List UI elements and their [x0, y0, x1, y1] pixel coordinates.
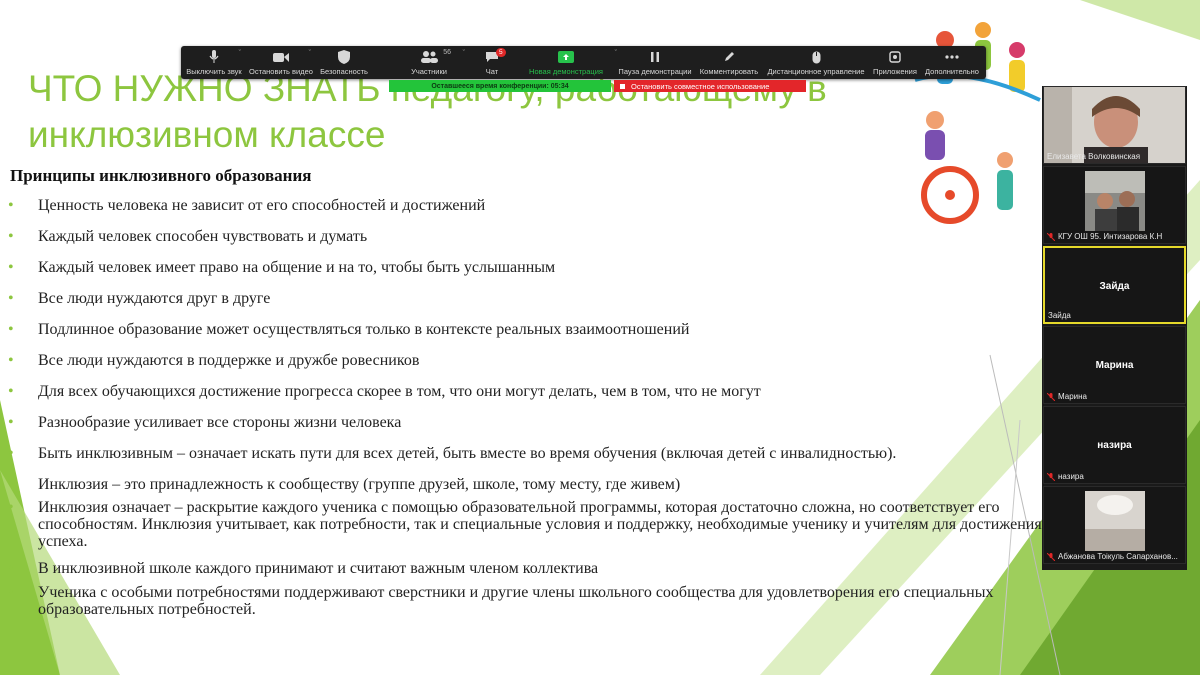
- shield-icon: [338, 50, 350, 65]
- participant-tile[interactable]: Елизавета Волковинская: [1043, 86, 1186, 164]
- participant-display-name: Зайда: [1099, 281, 1130, 292]
- meeting-time-remaining: Оставшееся время конференции: 05:34: [389, 80, 611, 92]
- more-button[interactable]: Дополнительно: [921, 46, 983, 79]
- list-item: Быть инклюзивным – означает искать пути …: [8, 445, 1048, 462]
- mouse-icon: [812, 50, 821, 65]
- participant-tile[interactable]: Марина Марина: [1043, 326, 1186, 404]
- microphone-icon: [209, 50, 219, 65]
- list-item: Инклюзия означает – раскрытие каждого уч…: [8, 499, 1048, 550]
- more-dots-icon: [945, 50, 959, 65]
- participant-tile[interactable]: назира назира: [1043, 406, 1186, 484]
- participant-display-name: Марина: [1095, 360, 1134, 371]
- list-item: Все люди нуждаются друг в друге: [8, 290, 1048, 307]
- participant-display-name: назира: [1097, 440, 1132, 451]
- zoom-toolbar: ˇ Выключить звук ˇ Остановить видео Безо…: [181, 46, 986, 79]
- principles-heading: Принципы инклюзивного образования: [10, 166, 312, 185]
- list-item: Подлинное образование может осуществлять…: [8, 321, 1048, 338]
- share-screen-icon: [558, 50, 574, 65]
- stop-square-icon: [620, 83, 625, 89]
- participant-panel: Елизавета Волковинская КГУ ОШ 95. Интиза…: [1042, 86, 1187, 570]
- participant-name: Абжанова Тоікуль Сапарханов...: [1058, 552, 1178, 561]
- participant-name: КГУ ОШ 95. Интизарова К.Н: [1058, 232, 1163, 241]
- pen-icon: [723, 50, 735, 65]
- chevron-up-icon[interactable]: ˇ: [309, 50, 311, 57]
- remote-control-button[interactable]: Дистанционное управление: [763, 46, 869, 79]
- participant-name: Марина: [1058, 392, 1087, 401]
- microphone-muted-icon: [1047, 472, 1055, 481]
- security-button[interactable]: Безопасность: [315, 46, 373, 79]
- list-item: Инклюзия – это принадлежность к сообщест…: [8, 476, 1048, 493]
- pause-icon: [650, 50, 660, 65]
- microphone-muted-icon: [1047, 552, 1055, 561]
- participant-video: [1085, 491, 1145, 551]
- mute-button[interactable]: ˇ Выключить звук: [181, 46, 247, 79]
- participant-video: [1085, 171, 1145, 231]
- apps-icon: [889, 50, 901, 65]
- list-item: Каждый человек способен чувствовать и ду…: [8, 228, 1048, 245]
- participant-tile[interactable]: КГУ ОШ 95. Интизарова К.Н: [1043, 166, 1186, 244]
- list-item: Все люди нуждаются в поддержке и дружбе …: [8, 352, 1048, 369]
- participant-name: назира: [1058, 472, 1084, 481]
- participant-tile-active-speaker[interactable]: Зайда Зайда: [1043, 246, 1186, 324]
- apps-button[interactable]: Приложения: [869, 46, 921, 79]
- annotate-button[interactable]: Комментировать: [695, 46, 763, 79]
- participant-name: Елизавета Волковинская: [1047, 152, 1141, 161]
- pause-share-button[interactable]: Пауза демонстрации: [615, 46, 695, 79]
- stop-share-button[interactable]: Остановить совместное использование: [614, 80, 806, 92]
- list-item: Ученика с особыми потребностями поддержи…: [8, 584, 1048, 618]
- list-item: Разнообразие усиливает все стороны жизни…: [8, 414, 1048, 431]
- microphone-muted-icon: [1047, 232, 1055, 241]
- chat-badge: 5: [496, 48, 506, 57]
- list-item: Каждый человек имеет право на общение и …: [8, 259, 1048, 276]
- list-item: Для всех обучающихся достижение прогресс…: [8, 383, 1048, 400]
- new-share-button[interactable]: ˇ Новая демонстрация: [517, 46, 617, 79]
- stop-video-button[interactable]: ˇ Остановить видео: [247, 46, 315, 79]
- participant-tile[interactable]: Абжанова Тоікуль Сапарханов...: [1043, 486, 1186, 564]
- principles-list: Ценность человека не зависит от его спос…: [8, 197, 1048, 618]
- list-item: Ценность человека не зависит от его спос…: [8, 197, 1048, 214]
- chevron-up-icon[interactable]: ˇ: [463, 50, 465, 57]
- chevron-up-icon[interactable]: ˇ: [239, 50, 241, 57]
- video-camera-icon: [273, 50, 289, 65]
- participants-button[interactable]: 56 ˇ Участники: [385, 46, 473, 79]
- chat-button[interactable]: 5 Чат: [473, 46, 511, 79]
- participant-name: Зайда: [1048, 311, 1071, 320]
- people-icon: [420, 50, 438, 65]
- microphone-muted-icon: [1047, 392, 1055, 401]
- list-item: В инклюзивной школе каждого принимают и …: [8, 560, 1048, 577]
